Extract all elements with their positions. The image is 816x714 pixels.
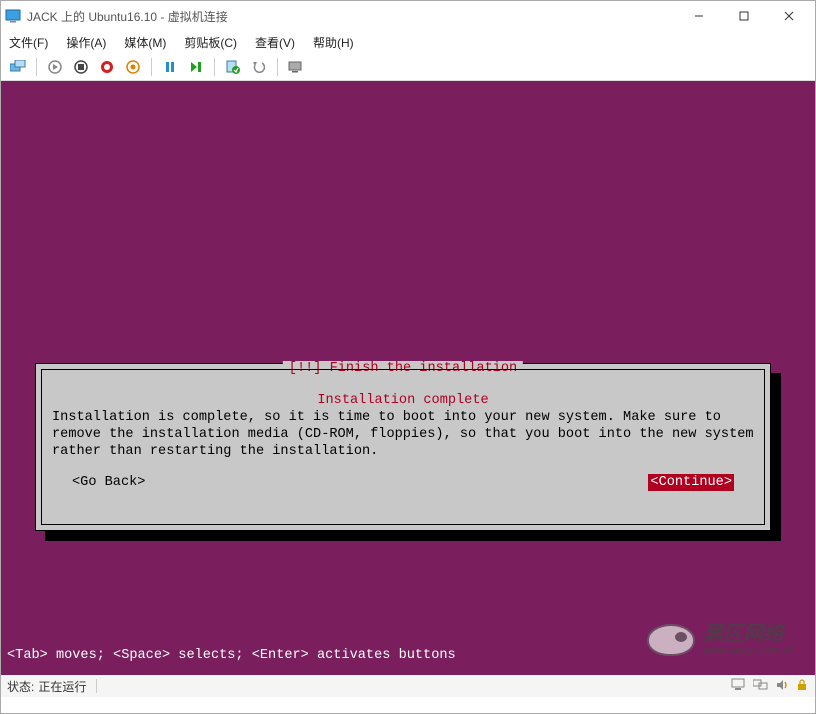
menu-view[interactable]: 查看(V) <box>253 32 297 53</box>
menu-clipboard[interactable]: 剪贴板(C) <box>182 32 239 53</box>
menu-file[interactable]: 文件(F) <box>7 32 50 53</box>
save-button[interactable] <box>122 56 144 78</box>
menu-action[interactable]: 操作(A) <box>64 32 108 53</box>
status-value: 正在运行 <box>38 678 86 695</box>
toolbar-separator <box>214 58 215 76</box>
vm-display[interactable]: [!!] Finish the installation Installatio… <box>1 81 815 675</box>
dialog-body: Installation is complete, so it is time … <box>52 409 754 460</box>
menubar: 文件(F) 操作(A) 媒体(M) 剪贴板(C) 查看(V) 帮助(H) <box>1 31 815 53</box>
lock-icon <box>795 678 809 695</box>
display-icon <box>753 678 769 695</box>
minimize-button[interactable] <box>676 1 721 31</box>
ctrl-alt-del-button[interactable] <box>7 56 29 78</box>
continue-button[interactable]: <Continue> <box>648 474 734 491</box>
dialog-buttons: <Go Back> <Continue> <box>52 474 754 491</box>
watermark: 黑区网络 www.heiqu.com.cn <box>647 623 795 657</box>
pause-button[interactable] <box>159 56 181 78</box>
toolbar-separator <box>151 58 152 76</box>
shutdown-button[interactable] <box>96 56 118 78</box>
menu-media[interactable]: 媒体(M) <box>122 32 168 53</box>
maximize-button[interactable] <box>721 1 766 31</box>
status-icons <box>731 678 809 695</box>
toolbar-separator <box>36 58 37 76</box>
watermark-url: www.heiqu.com.cn <box>703 645 795 657</box>
toolbar-separator <box>277 58 278 76</box>
reset-button[interactable] <box>185 56 207 78</box>
dialog-subtitle: Installation complete <box>52 392 754 409</box>
window-title: JACK 上的 Ubuntu16.10 - 虚拟机连接 <box>27 8 676 25</box>
statusbar: 状态: 正在运行 <box>1 675 815 697</box>
menu-help[interactable]: 帮助(H) <box>311 32 356 53</box>
titlebar: JACK 上的 Ubuntu16.10 - 虚拟机连接 <box>1 1 815 31</box>
status-separator <box>96 679 97 693</box>
status-label: 状态: <box>7 678 34 695</box>
go-back-button[interactable]: <Go Back> <box>72 474 145 491</box>
watermark-logo <box>647 624 695 656</box>
start-button[interactable] <box>44 56 66 78</box>
dialog-inner: Installation complete Installation is co… <box>41 369 765 525</box>
vm-connection-window: JACK 上的 Ubuntu16.10 - 虚拟机连接 文件(F) 操作(A) … <box>0 0 816 714</box>
watermark-text: 黑区网络 <box>703 623 795 645</box>
checkpoint-button[interactable] <box>222 56 244 78</box>
installer-dialog: [!!] Finish the installation Installatio… <box>35 363 771 531</box>
revert-button[interactable] <box>248 56 270 78</box>
app-icon <box>5 8 21 24</box>
toolbar <box>1 53 815 81</box>
audio-icon <box>775 678 789 695</box>
keyboard-hint: <Tab> moves; <Space> selects; <Enter> ac… <box>7 648 456 663</box>
enhanced-session-button[interactable] <box>285 56 307 78</box>
network-icon <box>731 678 747 695</box>
close-button[interactable] <box>766 1 811 31</box>
turn-off-button[interactable] <box>70 56 92 78</box>
